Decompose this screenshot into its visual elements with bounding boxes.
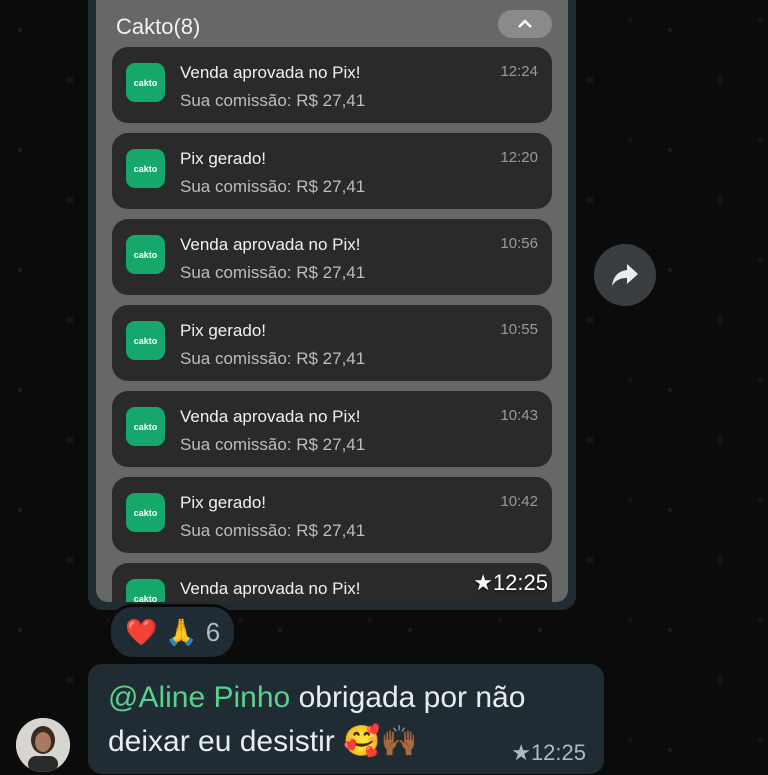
cakto-app-icon: cakto — [126, 321, 165, 360]
notification-title: Pix gerado! — [180, 149, 266, 168]
image-timestamp: ★12:25 — [473, 570, 548, 595]
cakto-app-icon: cakto — [126, 493, 165, 532]
reaction-count: 6 — [205, 616, 221, 647]
notification-title: Pix gerado! — [180, 321, 266, 340]
notification-card[interactable]: cakto Venda aprovada no Pix! Sua comissã… — [112, 219, 552, 295]
notification-body: Sua comissão: R$ 27,41 — [180, 521, 366, 540]
pray-reaction: 🙏 — [165, 616, 198, 647]
notification-time: 10:42 — [500, 493, 538, 510]
notification-body: Sua comissão: R$ 27,41 — [180, 177, 366, 196]
text-message-bubble[interactable]: @Aline Pinho obrigada por não deixar eu … — [88, 664, 604, 774]
chevron-up-icon — [518, 19, 532, 28]
notification-card[interactable]: cakto Pix gerado! Sua comissão: R$ 27,41… — [112, 133, 552, 209]
notification-body: Sua comissão: R$ 27,41 — [180, 91, 366, 110]
notification-time: 12:20 — [500, 149, 538, 166]
cakto-app-icon: cakto — [126, 63, 165, 102]
reactions-pill[interactable]: ❤️ 🙏 6 — [108, 604, 238, 660]
notification-card[interactable]: cakto Pix gerado! Sua comissão: R$ 27,41… — [112, 477, 552, 553]
notification-time: 10:55 — [500, 321, 538, 338]
notification-title: Venda aprovada no Pix! — [180, 235, 361, 254]
cakto-app-icon: cakto — [126, 579, 165, 602]
notification-time: 12:24 — [500, 63, 538, 80]
notification-card[interactable]: cakto Venda aprovada no Pix! Sua comissã… — [112, 391, 552, 467]
notification-time: 10:43 — [500, 407, 538, 424]
notification-title: Venda aprovada no Pix! — [180, 63, 361, 82]
cakto-app-icon: cakto — [126, 149, 165, 188]
message-timestamp: ★12:25 — [511, 740, 586, 765]
forward-button[interactable] — [594, 244, 656, 306]
notification-body: Sua comissão: R$ 27,41 — [180, 435, 366, 454]
notification-body: Sua comissão: R$ 27,41 — [180, 349, 366, 368]
heart-reaction: ❤️ — [125, 616, 158, 647]
notification-body: Sua comissão: R$ 27,41 — [180, 263, 366, 282]
notification-time: 10:56 — [500, 235, 538, 252]
cakto-app-icon: cakto — [126, 235, 165, 274]
notification-title: Venda aprovada no Pix! — [180, 407, 361, 426]
image-message-bubble[interactable]: Cakto(8) cakto Venda aprovada no Pix! Su… — [88, 0, 576, 610]
notification-title: Venda aprovada no Pix! — [180, 579, 361, 598]
user-avatar-icon — [16, 718, 70, 772]
notification-card[interactable]: cakto Pix gerado! Sua comissão: R$ 27,41… — [112, 305, 552, 381]
group-title: Cakto(8) — [116, 14, 201, 39]
notification-group-header: Cakto(8) — [116, 4, 552, 44]
notification-title: Pix gerado! — [180, 493, 266, 512]
forward-arrow-icon — [612, 264, 638, 286]
notification-screenshot[interactable]: Cakto(8) cakto Venda aprovada no Pix! Su… — [96, 0, 568, 602]
mention-link[interactable]: @Aline Pinho — [108, 681, 290, 714]
collapse-button[interactable] — [498, 10, 552, 38]
cakto-app-icon: cakto — [126, 407, 165, 446]
avatar[interactable] — [16, 718, 70, 772]
notification-card[interactable]: cakto Venda aprovada no Pix! Sua comissã… — [112, 47, 552, 123]
